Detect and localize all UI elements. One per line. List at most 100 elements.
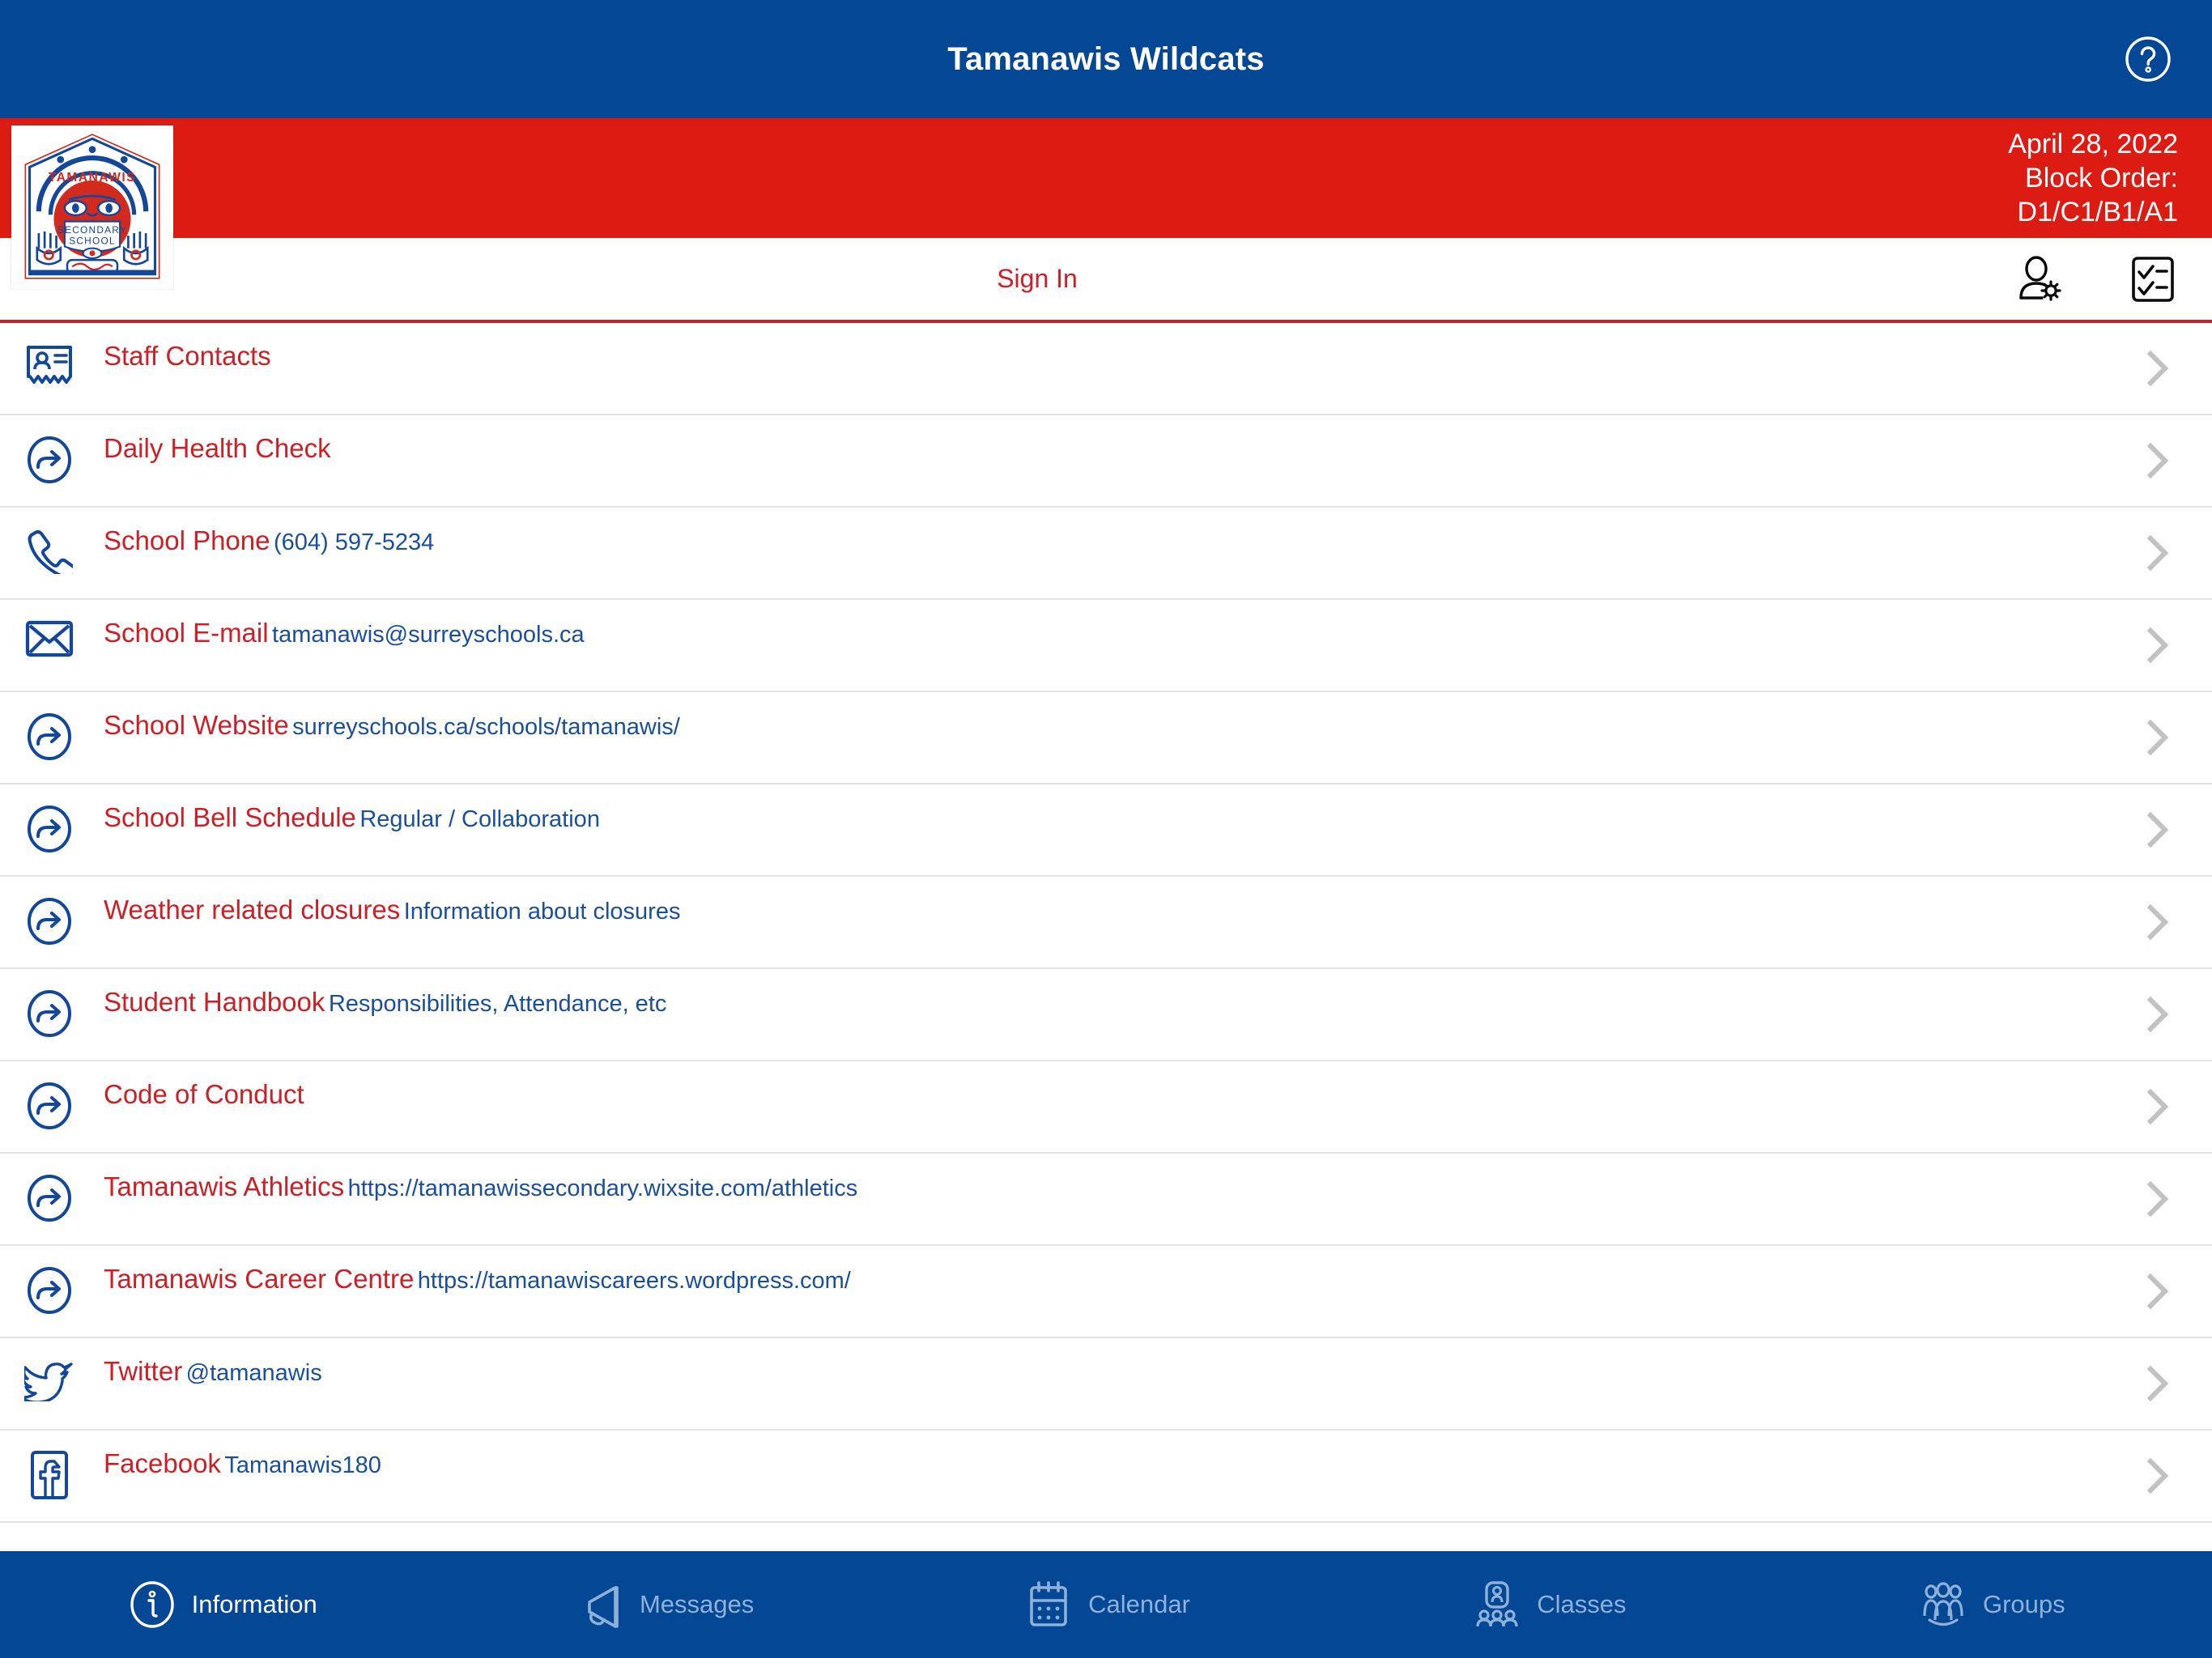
- list-item-subtitle: surreyschools.ca/schools/tamanawis/: [292, 714, 680, 740]
- list-item-text: Tamanawis Athletics https://tamanawissec…: [104, 1170, 2123, 1203]
- list-item[interactable]: Daily Health Check: [0, 415, 2212, 508]
- list-item-text: Code of Conduct: [104, 1078, 2123, 1111]
- list-item[interactable]: Weather related closures Information abo…: [0, 877, 2212, 969]
- information-list[interactable]: Staff Contacts Daily Health Check School…: [0, 323, 2212, 1551]
- toolbar-icons: [2014, 254, 2178, 304]
- list-item-title: Facebook: [104, 1448, 221, 1478]
- tab-information[interactable]: Information: [0, 1551, 442, 1658]
- chevron-right-icon: [2146, 1088, 2170, 1125]
- list-item-text: Weather related closures Information abo…: [104, 893, 2123, 926]
- chevron-right-icon: [2146, 1457, 2170, 1494]
- list-item-title: Tamanawis Career Centre: [104, 1264, 415, 1294]
- block-order-value: D1/C1/B1/A1: [2017, 197, 2178, 228]
- page-title: Tamanawis Wildcats: [947, 40, 1265, 77]
- list-item-title: Code of Conduct: [104, 1079, 304, 1109]
- chevron-right-icon: [2146, 719, 2170, 756]
- external-link-icon: [18, 801, 81, 859]
- list-item-subtitle: Tamanawis180: [224, 1452, 381, 1478]
- list-item[interactable]: Tamanawis Career Centre https://tamanawi…: [0, 1246, 2212, 1338]
- list-item[interactable]: Code of Conduct: [0, 1061, 2212, 1154]
- twitter-icon: [18, 1354, 81, 1413]
- school-logo: TAMANAWIS SECONDARY SCHOOL: [11, 125, 173, 289]
- tab-calendar[interactable]: Calendar: [885, 1551, 1327, 1658]
- block-order-label: Block Order:: [2025, 162, 2178, 193]
- list-item-text: Tamanawis Career Centre https://tamanawi…: [104, 1262, 2123, 1295]
- chevron-right-icon: [2146, 627, 2170, 664]
- external-link-icon: [18, 1078, 81, 1136]
- list-item[interactable]: Student Handbook Responsibilities, Atten…: [0, 969, 2212, 1061]
- app-root: Tamanawis Wildcats TAMANAWIS SECONDARY S…: [0, 0, 2212, 1658]
- tab-label: Groups: [1982, 1590, 2065, 1618]
- list-item[interactable]: Facebook Tamanawis180: [0, 1431, 2212, 1523]
- list-item-text: Facebook Tamanawis180: [104, 1447, 2123, 1480]
- list-item[interactable]: School Phone (604) 597-5234: [0, 508, 2212, 600]
- chevron-right-icon: [2146, 350, 2170, 387]
- contact-card-icon: [18, 339, 81, 397]
- list-item-subtitle: Information about closures: [403, 899, 681, 925]
- help-circle-icon[interactable]: [2123, 34, 2173, 84]
- list-item-subtitle: Responsibilities, Attendance, etc: [328, 991, 667, 1017]
- list-item-title: Weather related closures: [104, 895, 401, 925]
- classes-icon: [1470, 1578, 1524, 1631]
- chevron-right-icon: [2146, 534, 2170, 572]
- svg-text:SCHOOL: SCHOOL: [69, 235, 116, 246]
- title-bar: Tamanawis Wildcats: [0, 0, 2212, 118]
- list-item-title: Twitter: [104, 1356, 183, 1386]
- sign-in-button[interactable]: Sign In: [997, 264, 1078, 294]
- list-item[interactable]: School Bell Schedule Regular / Collabora…: [0, 784, 2212, 877]
- external-link-icon: [18, 708, 81, 767]
- tab-label: Classes: [1537, 1590, 1627, 1618]
- tab-label: Information: [191, 1590, 317, 1618]
- chevron-right-icon: [2146, 996, 2170, 1033]
- calendar-icon: [1022, 1578, 1075, 1631]
- list-item[interactable]: Tamanawis Athletics https://tamanawissec…: [0, 1154, 2212, 1246]
- external-link-icon: [18, 432, 81, 490]
- list-item-text: Staff Contacts: [104, 339, 2123, 372]
- tab-label: Calendar: [1088, 1590, 1190, 1618]
- external-link-icon: [18, 893, 81, 951]
- list-item[interactable]: Twitter @tamanawis: [0, 1338, 2212, 1431]
- list-item-title: School E-mail: [104, 618, 269, 648]
- list-item-text: Student Handbook Responsibilities, Atten…: [104, 985, 2123, 1018]
- facebook-icon: [18, 1447, 81, 1505]
- school-banner: TAMANAWIS SECONDARY SCHOOL April 28, 202…: [0, 118, 2212, 289]
- user-settings-icon[interactable]: [2014, 254, 2065, 304]
- list-item-subtitle: tamanawis@surreyschools.ca: [272, 622, 585, 648]
- chevron-right-icon: [2146, 811, 2170, 848]
- envelope-icon: [18, 616, 81, 674]
- banner-date: April 28, 2022: [2008, 128, 2178, 159]
- groups-icon: [1916, 1578, 1970, 1631]
- banner-meta: April 28, 2022 Block Order: D1/C1/B1/A1: [2008, 127, 2178, 229]
- chevron-right-icon: [2146, 903, 2170, 941]
- list-item-title: Tamanawis Athletics: [104, 1171, 345, 1201]
- list-item-subtitle: https://tamanawissecondary.wixsite.com/a…: [347, 1175, 858, 1201]
- info-circle-icon: [125, 1578, 179, 1631]
- checklist-icon[interactable]: [2128, 254, 2178, 304]
- list-item-title: School Phone: [104, 525, 270, 555]
- sign-in-bar: Sign In: [0, 238, 2212, 323]
- chevron-right-icon: [2146, 442, 2170, 479]
- list-item-text: Daily Health Check: [104, 432, 2123, 465]
- list-item[interactable]: School E-mail tamanawis@surreyschools.ca: [0, 600, 2212, 692]
- list-item-title: Daily Health Check: [104, 433, 331, 463]
- list-item[interactable]: School Website surreyschools.ca/schools/…: [0, 692, 2212, 784]
- tab-classes[interactable]: Classes: [1327, 1551, 1769, 1658]
- list-item-text: School Phone (604) 597-5234: [104, 524, 2123, 557]
- list-item-title: School Website: [104, 710, 289, 740]
- list-item-title: School Bell Schedule: [104, 802, 356, 832]
- list-item-subtitle: (604) 597-5234: [273, 529, 435, 555]
- list-item-title: Student Handbook: [104, 987, 325, 1017]
- list-item[interactable]: Staff Contacts: [0, 323, 2212, 415]
- list-item-subtitle: https://tamanawiscareers.wordpress.com/: [417, 1268, 851, 1294]
- chevron-right-icon: [2146, 1365, 2170, 1402]
- tab-groups[interactable]: Groups: [1770, 1551, 2212, 1658]
- list-item-text: Twitter @tamanawis: [104, 1354, 2123, 1388]
- list-item-subtitle: Regular / Collaboration: [359, 806, 600, 832]
- external-link-icon: [18, 1262, 81, 1320]
- tab-label: Messages: [639, 1590, 755, 1618]
- chevron-right-icon: [2146, 1180, 2170, 1218]
- bottom-tab-bar: Information Messages Calendar Classes Gr…: [0, 1551, 2212, 1658]
- tab-messages[interactable]: Messages: [442, 1551, 884, 1658]
- chevron-right-icon: [2146, 1273, 2170, 1310]
- megaphone-icon: [573, 1578, 627, 1631]
